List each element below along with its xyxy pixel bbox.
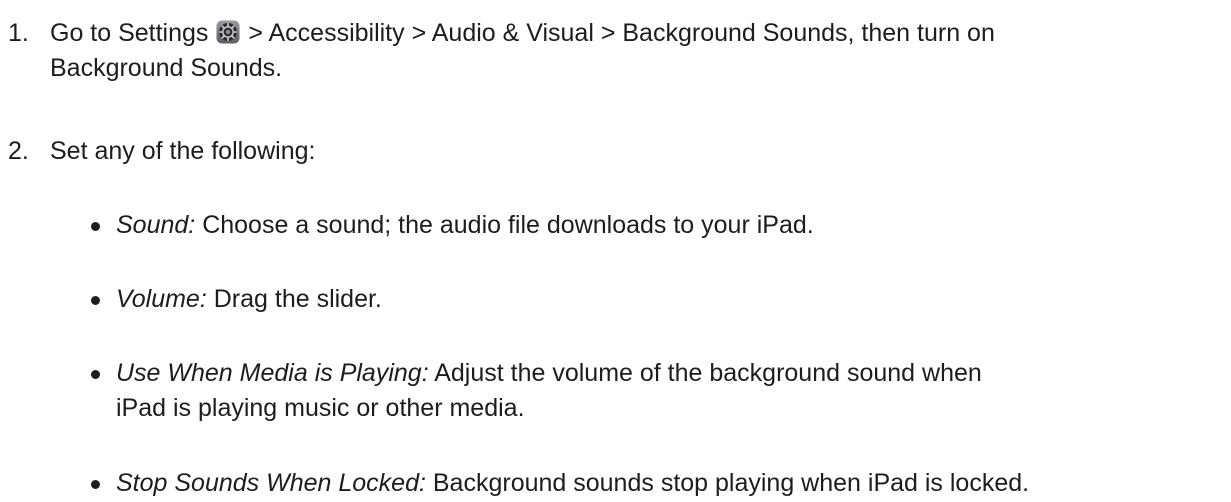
bullet-dot <box>91 480 100 489</box>
option-description: Background sounds stop playing when iPad… <box>425 469 1030 497</box>
step-text-part: Background Sounds. <box>50 54 283 82</box>
list-item-text: Sound: Choose a sound; the audio file do… <box>116 208 1228 243</box>
settings-gear-icon <box>216 19 240 44</box>
bullet-dot <box>91 370 100 379</box>
bullet-dot <box>91 222 100 231</box>
option-description: iPad is playing music or other media. <box>116 394 525 422</box>
step-number: 1. <box>8 19 29 47</box>
option-term: Sound: <box>116 211 196 239</box>
bullet-dot <box>91 296 100 305</box>
option-description: Drag the slider. <box>206 285 382 313</box>
step-text: Set any of the following: <box>50 137 316 165</box>
list-item-text: Use When Media is Playing: Adjust the vo… <box>116 356 1228 426</box>
step-text-part: Go to Settings <box>50 19 216 47</box>
list-item-text: Stop Sounds When Locked: Background soun… <box>116 466 1228 501</box>
option-description: Choose a sound; the audio file downloads… <box>195 211 814 239</box>
option-description: Adjust the volume of the background soun… <box>428 359 982 387</box>
step-text-part: > Accessibility > Audio & Visual > Backg… <box>241 19 995 47</box>
option-term: Stop Sounds When Locked: <box>116 469 426 497</box>
step-number: 2. <box>8 137 29 165</box>
option-term: Volume: <box>116 285 207 313</box>
option-term: Use When Media is Playing: <box>116 359 429 387</box>
list-item-text: Volume: Drag the slider. <box>116 282 1228 317</box>
help-article: 1. Go to Settings > Accessibility > Audi… <box>0 0 1231 502</box>
step-text: Go to Settings > Accessibility > Audio &… <box>50 16 1225 86</box>
